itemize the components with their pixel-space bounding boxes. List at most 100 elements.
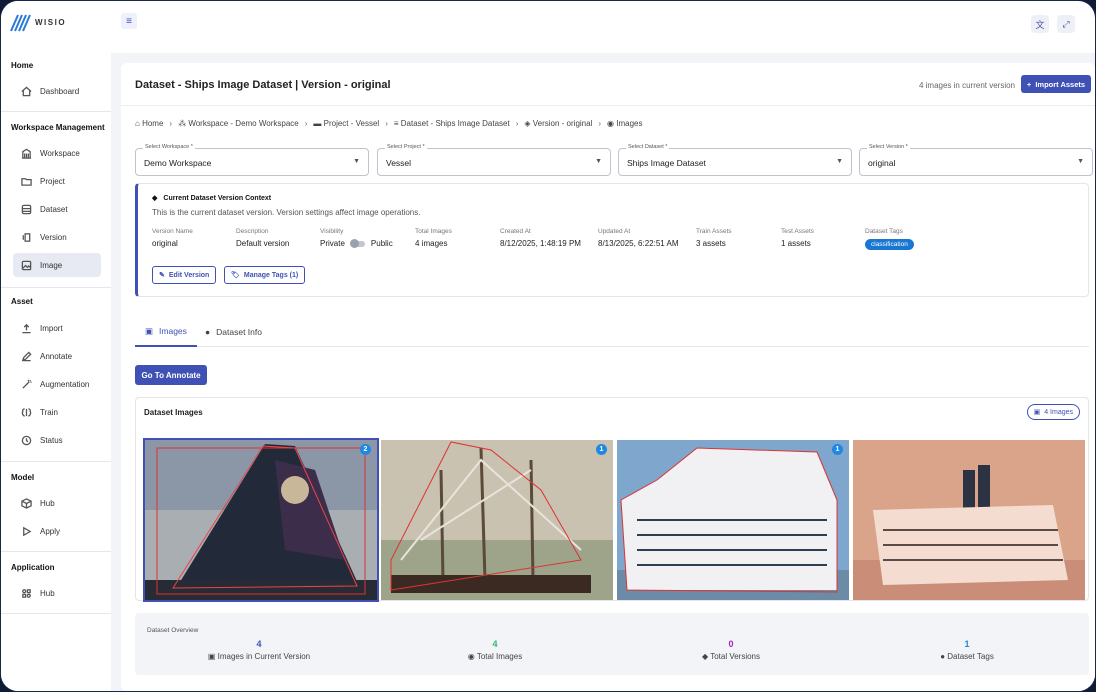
- field-total-images: Total Images 4 images: [415, 228, 452, 248]
- stat-dataset-tags: 1 ● Dataset Tags: [940, 639, 994, 661]
- content-card: Dataset - Ships Image Dataset | Version …: [121, 63, 1095, 691]
- divider: [1, 461, 111, 462]
- info-icon: ●: [205, 327, 211, 337]
- sailboat-image[interactable]: 2: [143, 438, 379, 602]
- sidebar-item-status[interactable]: Status: [13, 428, 101, 452]
- tab-images[interactable]: ▣ Images: [135, 317, 197, 347]
- divider: [1, 111, 111, 112]
- stat-total-images: 4 ◉ Total Images: [467, 639, 523, 661]
- chevron-right-icon: ›: [169, 119, 173, 128]
- breadcrumb-home[interactable]: ⌂ Home: [135, 119, 163, 128]
- breadcrumb-project[interactable]: ▬ Project - Vessel: [313, 119, 379, 128]
- section-title: Asset: [11, 297, 33, 306]
- cruise-ship-image[interactable]: 1: [617, 440, 849, 600]
- divider: [1, 551, 111, 552]
- apps-icon: [22, 588, 31, 598]
- tab-dataset-info[interactable]: ● Dataset Info: [195, 317, 272, 347]
- section-title: Home: [11, 61, 34, 70]
- sidebar-item-workspace[interactable]: Workspace: [13, 141, 101, 165]
- gallery-title: Dataset Images: [144, 408, 203, 417]
- sidebar-item-augmentation[interactable]: Augmentation: [13, 372, 101, 396]
- sidebar: WISIO Home Dashboard Workspace Managemen…: [1, 1, 111, 691]
- stat-total-versions: 0 ◆ Total Versions: [701, 639, 761, 661]
- magic-wand-icon: [22, 379, 32, 389]
- workspace-select[interactable]: Select Workspace * Demo Workspace ▼: [135, 144, 369, 176]
- sidebar-item-model-hub[interactable]: Hub: [13, 491, 101, 515]
- import-assets-button[interactable]: + Import Assets: [1021, 75, 1091, 93]
- history-icon: [21, 435, 32, 445]
- sidebar-item-app-hub[interactable]: Hub: [13, 581, 101, 605]
- section-title: Workspace Management: [11, 123, 105, 132]
- home-icon: [21, 86, 32, 96]
- page-title: Dataset - Ships Image Dataset | Version …: [135, 79, 391, 91]
- sidebar-item-project[interactable]: Project: [13, 169, 101, 193]
- divider: [1, 613, 111, 614]
- project-select[interactable]: Select Project * Vessel ▼: [377, 144, 611, 176]
- building-icon: [21, 148, 32, 159]
- visibility-toggle[interactable]: [349, 238, 365, 248]
- breadcrumb: ⌂ Home › ⁂ Workspace - Demo Workspace › …: [135, 119, 642, 128]
- sailboat-picture: [145, 440, 377, 600]
- field-updated-at: Updated At 8/13/2025, 6:22:51 AM: [598, 228, 679, 248]
- dataset-images-panel: Dataset Images ▣ 4 Images 2 1 1: [135, 397, 1089, 602]
- field-train-assets: Train Assets 3 assets: [696, 228, 732, 248]
- sidebar-item-version[interactable]: Version: [13, 225, 101, 249]
- app-name: WISIO: [35, 17, 67, 27]
- eye-icon: ◉: [467, 652, 475, 661]
- image-icon: ▣: [145, 325, 154, 336]
- logo[interactable]: WISIO: [9, 9, 66, 35]
- field-dataset-tags: Dataset Tags classification: [865, 228, 914, 250]
- sidebar-item-import[interactable]: Import: [13, 316, 101, 340]
- pencil-icon: ✎: [159, 272, 165, 279]
- tag-icon: ●: [940, 652, 946, 661]
- version-select[interactable]: Select Version * original ▼: [859, 144, 1093, 176]
- breadcrumb-version[interactable]: ◈ Version - original: [524, 119, 592, 128]
- breadcrumb-workspace[interactable]: ⁂ Workspace - Demo Workspace: [178, 119, 299, 128]
- edit-version-button[interactable]: ✎ Edit Version: [152, 266, 217, 284]
- dropdown-arrow-icon: ▼: [353, 158, 360, 165]
- dataset-select[interactable]: Select Dataset * Ships Image Dataset ▼: [618, 144, 852, 176]
- sidebar-item-apply[interactable]: Apply: [13, 519, 101, 543]
- sidebar-item-dashboard[interactable]: Dashboard: [13, 79, 101, 103]
- annotation-count-badge: 1: [596, 444, 607, 455]
- image-count-chip[interactable]: ▣ 4 Images: [1026, 404, 1080, 420]
- sidebar-item-annotate[interactable]: Annotate: [13, 344, 101, 368]
- translate-icon[interactable]: 文: [1031, 15, 1049, 33]
- fullscreen-icon[interactable]: ⤢: [1057, 15, 1075, 33]
- play-icon: [23, 526, 32, 536]
- image-count-text: 4 images in current version: [918, 81, 1015, 90]
- field-version-name: Version Name original: [152, 228, 193, 248]
- logo-icon: [10, 14, 31, 32]
- breadcrumb-dataset[interactable]: ≡ Dataset - Ships Image Dataset: [394, 119, 510, 128]
- field-visibility: Visibility Private Public: [320, 228, 393, 248]
- cruise-ship-picture: [617, 440, 849, 600]
- version-context-panel: ◆ Current Dataset Version Context This i…: [135, 183, 1089, 297]
- version-icon: [22, 232, 31, 242]
- context-heading: ◆ Current Dataset Version Context: [152, 194, 272, 203]
- sidebar-item-dataset[interactable]: Dataset: [13, 197, 101, 221]
- divider: [121, 105, 1095, 106]
- stat-images-current: 4 ▣ Images in Current Version: [207, 639, 311, 661]
- dropdown-arrow-icon: ▼: [836, 158, 843, 165]
- manage-tags-button[interactable]: 🏷 Manage Tags (1): [224, 266, 306, 284]
- layers-icon: ◆: [152, 195, 158, 202]
- field-test-assets: Test Assets 1 assets: [781, 228, 814, 248]
- sidebar-item-image[interactable]: Image: [13, 253, 101, 277]
- ferry-image[interactable]: [853, 440, 1085, 600]
- field-description: Description Default version: [236, 228, 290, 248]
- tag-icon: 🏷: [231, 272, 240, 279]
- image-icon: ▣: [207, 652, 216, 661]
- overview-title: Dataset Overview: [147, 627, 199, 634]
- sidebar-item-train[interactable]: Train: [13, 400, 101, 424]
- tag-chip[interactable]: classification: [865, 239, 914, 250]
- plus-icon: +: [1026, 79, 1032, 89]
- chevron-right-icon: ›: [385, 119, 388, 128]
- database-icon: [21, 204, 32, 214]
- section-title: Model: [11, 473, 35, 482]
- menu-toggle-button[interactable]: ≡: [121, 13, 137, 29]
- go-to-annotate-button[interactable]: Go To Annotate: [135, 365, 207, 385]
- image-icon: ▣: [1033, 409, 1041, 416]
- tall-ship-image[interactable]: 1: [381, 440, 613, 600]
- upload-icon: [22, 323, 31, 333]
- hamburger-icon: ≡: [126, 15, 132, 27]
